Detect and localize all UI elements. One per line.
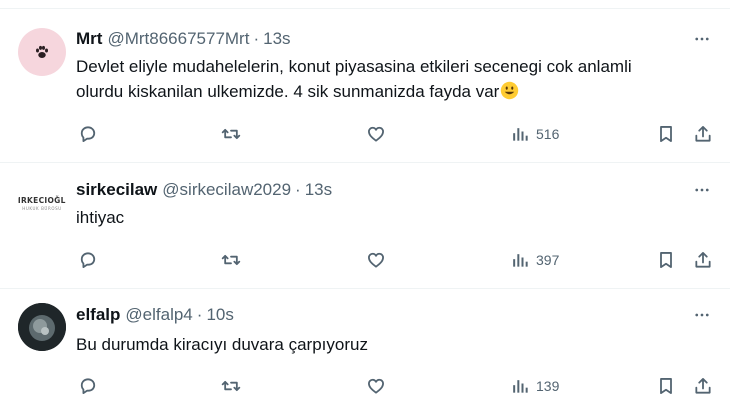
more-button[interactable] [690,29,714,49]
tweet[interactable]: elfalp @elfalp4 · 10s Bu durumda kiracıy… [0,289,730,420]
avatar[interactable]: SIRKECIOĞLU HUKUK BÜROSU [18,179,66,227]
avatar-photo [18,303,66,351]
separator-dot: · [253,29,260,48]
bookmark-icon [656,376,676,396]
retweet-button[interactable] [221,122,241,146]
views-count: 139 [536,378,560,394]
tweet[interactable]: SIRKECIOĞLU HUKUK BÜROSU sirkecilaw @sir… [0,163,730,289]
like-button[interactable] [366,248,386,272]
reply-icon [78,124,98,144]
views-count: 516 [536,126,560,142]
action-bar: 516 [76,122,714,146]
timestamp[interactable]: 10s [206,305,233,325]
author-handle[interactable]: @elfalp4 [125,305,192,325]
avatar[interactable] [18,303,66,351]
tweet-text-line: olurdu kiskanilan ulkemizde. 4 sik sunma… [76,82,500,101]
tweet[interactable]: Mrt @Mrt86667577Mrt · 13s Devlet eliyle … [0,9,730,163]
action-bar: 397 [76,248,714,272]
tweet-header: Mrt @Mrt86667577Mrt · 13s [76,29,291,49]
share-button[interactable] [693,122,713,146]
tweet-text: Bu durumda kiracıyı duvara çarpıyoruz [76,332,368,357]
share-button[interactable] [693,374,713,398]
reply-button[interactable] [78,374,98,398]
more-button[interactable] [690,305,714,325]
avatar[interactable] [18,28,66,76]
more-icon [695,313,709,317]
tweet-header: sirkecilaw @sirkecilaw2029 · 13s [76,180,332,200]
share-icon [693,250,713,270]
retweet-icon [221,124,241,144]
bookmark-button[interactable] [656,248,676,272]
like-icon [366,376,386,396]
tweet-text-line: Bu durumda kiracıyı duvara çarpıyoruz [76,335,368,354]
more-button[interactable] [690,180,714,200]
author-name[interactable]: sirkecilaw [76,180,157,200]
bookmark-icon [656,250,676,270]
bookmark-button[interactable] [656,122,676,146]
bookmark-icon [656,124,676,144]
tweet-text: Devlet eliyle mudahelelerin, konut piyas… [76,54,632,104]
like-button[interactable] [366,122,386,146]
retweet-button[interactable] [221,374,241,398]
action-bar: 139 [76,374,714,398]
share-icon [693,376,713,396]
timestamp[interactable]: 13s [263,29,290,49]
more-icon [695,188,709,192]
views-icon [510,250,530,270]
views-button[interactable]: 397 [510,248,559,272]
like-button[interactable] [366,374,386,398]
author-name[interactable]: elfalp [76,305,120,325]
timestamp[interactable]: 13s [305,180,332,200]
tweet-text-line: Devlet eliyle mudahelelerin, konut piyas… [76,57,632,76]
author-name[interactable]: Mrt [76,29,102,49]
reply-button[interactable] [78,122,98,146]
author-handle[interactable]: @Mrt86667577Mrt [107,29,249,49]
tweet-header: elfalp @elfalp4 · 10s [76,305,234,325]
views-icon [510,124,530,144]
smile-emoji-icon [501,81,519,100]
views-button[interactable]: 516 [510,122,559,146]
paw-icon [36,45,48,58]
separator-dot: · [295,180,301,199]
reply-icon [78,376,98,396]
retweet-button[interactable] [221,248,241,272]
views-button[interactable]: 139 [510,374,559,398]
retweet-icon [221,376,241,396]
avatar-logo-subtext: HUKUK BÜROSU [22,205,62,211]
share-button[interactable] [693,248,713,272]
share-icon [693,124,713,144]
views-icon [510,376,530,396]
reply-button[interactable] [78,248,98,272]
more-icon [695,37,709,41]
tweet-text-line: ihtiyac [76,208,125,227]
reply-icon [78,250,98,270]
views-count: 397 [536,252,560,268]
like-icon [366,124,386,144]
avatar-logo-text: SIRKECIOĞLU [18,195,66,205]
like-icon [366,250,386,270]
bookmark-button[interactable] [656,374,676,398]
author-handle[interactable]: @sirkecilaw2029 [162,180,291,200]
retweet-icon [221,250,241,270]
separator-dot: · [196,305,203,324]
tweet-text: ihtiyac [76,205,124,230]
